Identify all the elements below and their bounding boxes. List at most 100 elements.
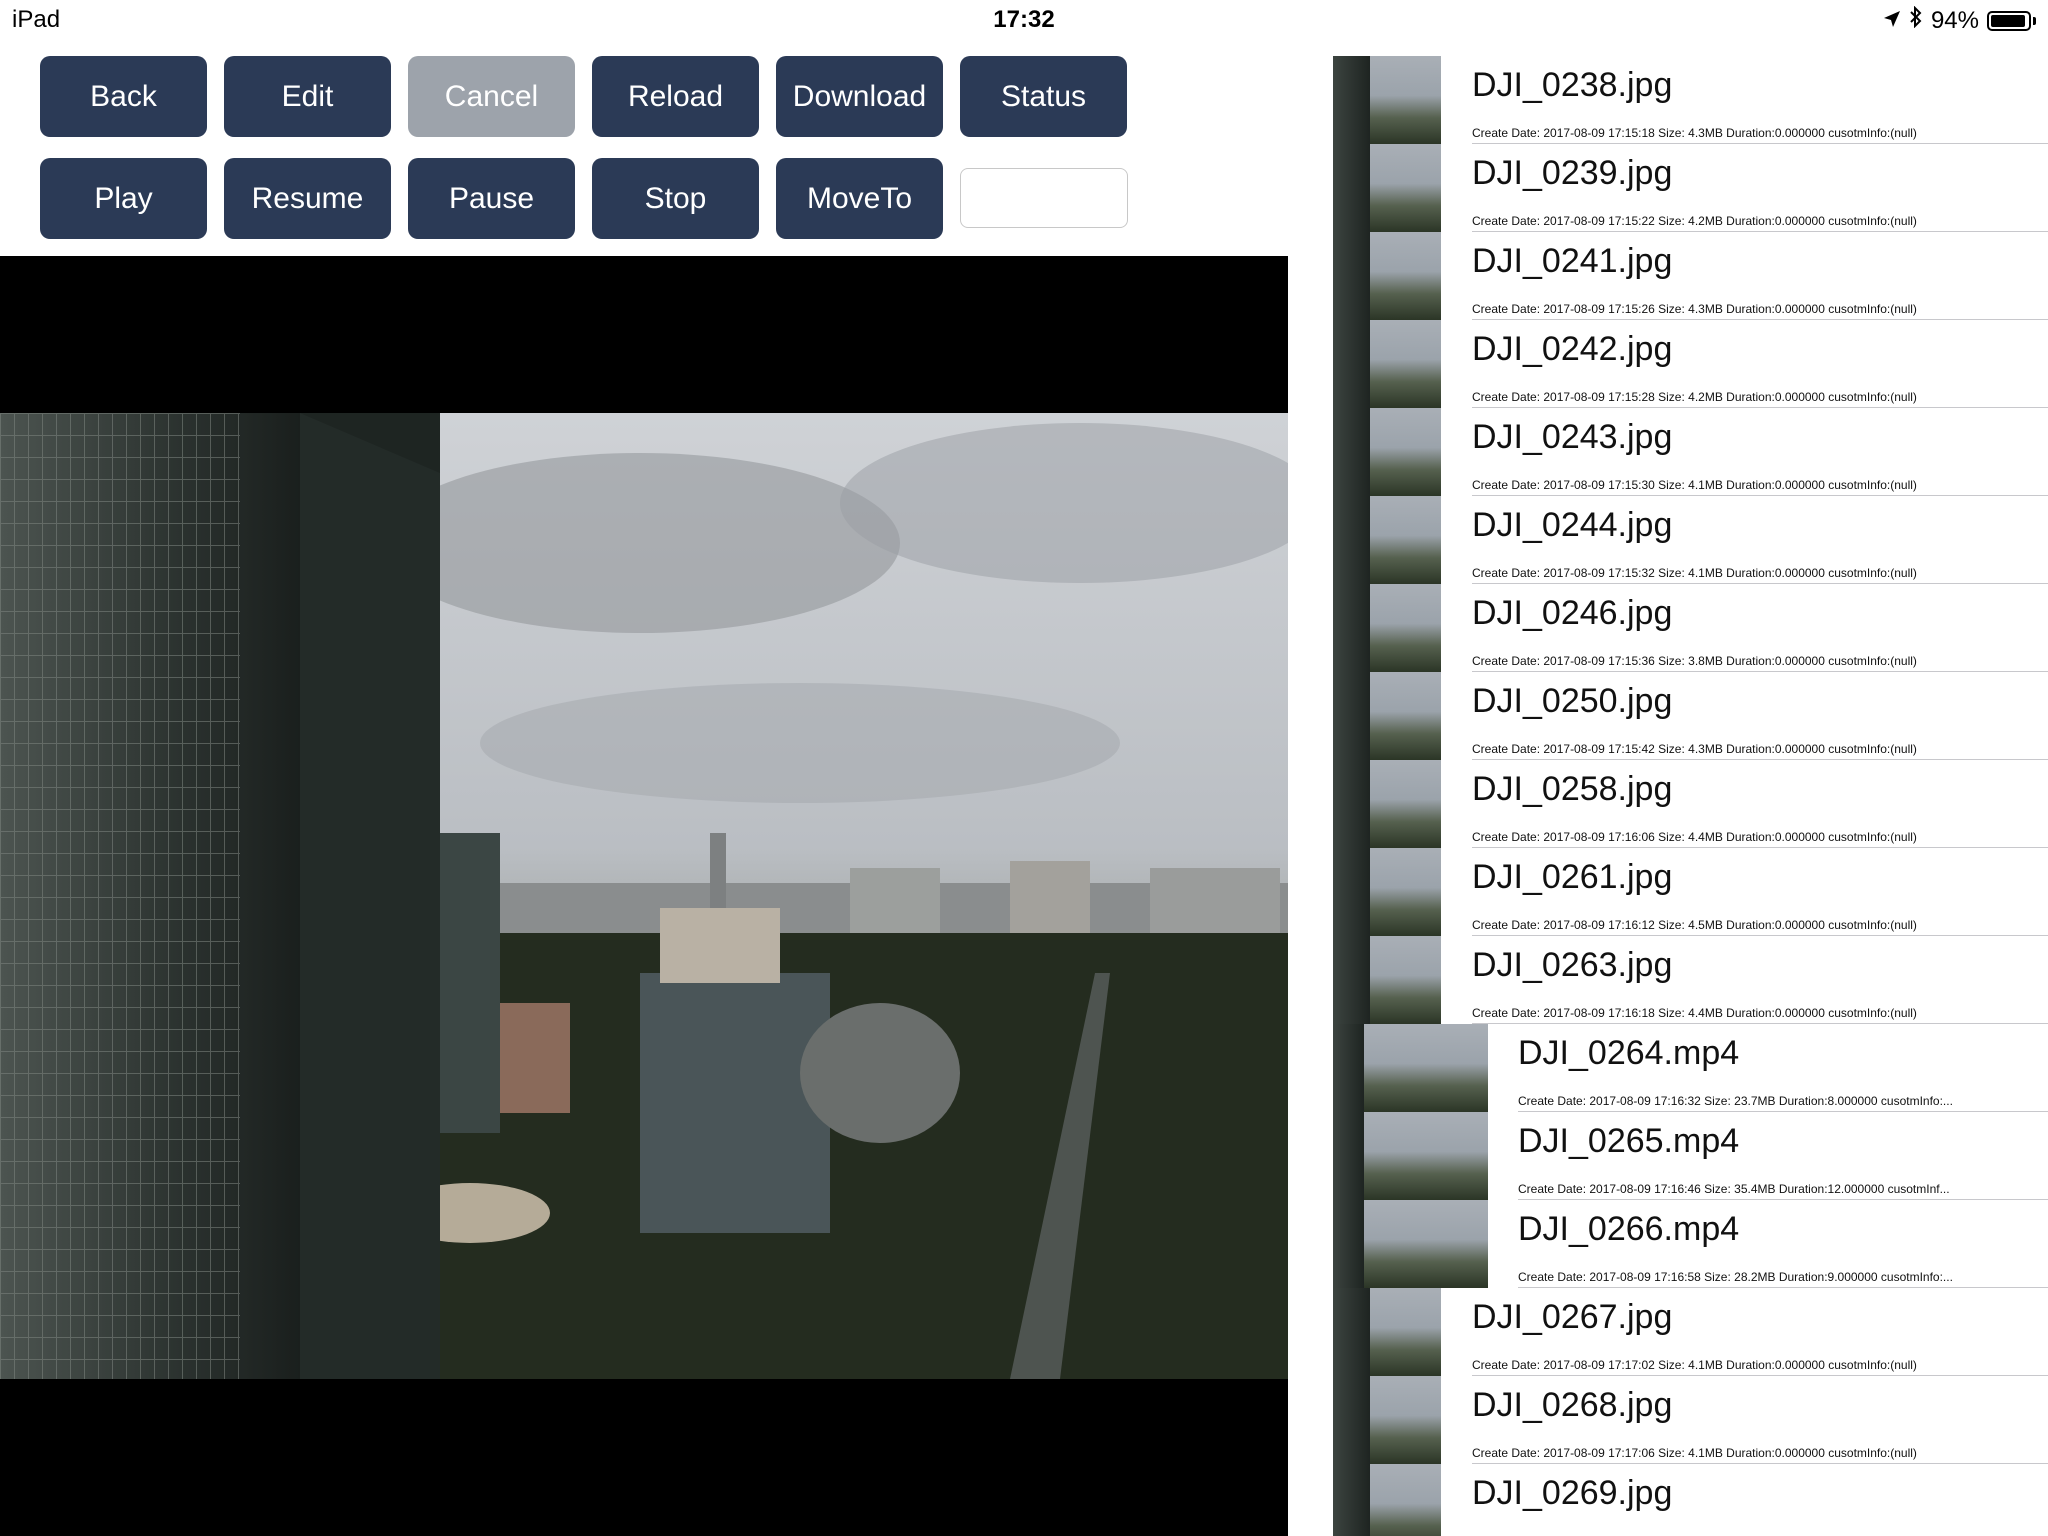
file-name: DJI_0250.jpg [1472,682,1673,720]
file-name: DJI_0267.jpg [1472,1298,1673,1336]
file-thumbnail [1333,56,1441,144]
file-list[interactable]: DJI_0238.jpg Create Date: 2017-08-09 17:1… [1333,56,2048,1536]
file-name: DJI_0268.jpg [1472,1386,1673,1424]
file-name: DJI_0266.mp4 [1518,1210,1740,1248]
list-item[interactable]: DJI_0239.jpg Create Date: 2017-08-09 17:1… [1333,144,2048,232]
thumbnail-building [1333,1112,1364,1200]
list-item[interactable]: DJI_0261.jpg Create Date: 2017-08-09 17:1… [1333,848,2048,936]
battery-level [1991,14,2025,27]
resume-button[interactable]: Resume [224,158,391,239]
clock: 17:32 [993,6,1055,33]
file-name: DJI_0243.jpg [1472,418,1673,456]
file-metadata: Create Date: 2017-08-09 17:16:06 Size: 4… [1472,830,1917,844]
list-item[interactable]: DJI_0238.jpg Create Date: 2017-08-09 17:1… [1333,56,2048,144]
list-item[interactable]: DJI_0269.jpgCreate Date: 2017-08-09 17:1… [1333,1464,2048,1536]
list-item[interactable]: DJI_0246.jpg Create Date: 2017-08-09 17:1… [1333,584,2048,672]
move-to-input[interactable] [960,168,1128,228]
battery-percent: 94% [1930,6,1979,34]
file-thumbnail [1333,1200,1488,1288]
list-item[interactable]: DJI_0242.jpg Create Date: 2017-08-09 17:1… [1333,320,2048,408]
list-item[interactable]: DJI_0241.jpg Create Date: 2017-08-09 17:1… [1333,232,2048,320]
list-item[interactable]: DJI_0244.jpg Create Date: 2017-08-09 17:1… [1333,496,2048,584]
file-metadata: Create Date: 2017-08-09 17:16:58 Size: 2… [1518,1270,1953,1284]
list-item[interactable]: DJI_0266.mp4 Create Date: 2017-08-09 17:1… [1333,1200,2048,1288]
file-thumbnail [1333,496,1441,584]
file-thumbnail [1333,760,1441,848]
file-thumbnail [1333,1024,1488,1112]
file-name: DJI_0241.jpg [1472,242,1673,280]
list-item[interactable]: DJI_0258.jpg Create Date: 2017-08-09 17:1… [1333,760,2048,848]
file-metadata: Create Date: 2017-08-09 17:15:30 Size: 4… [1472,478,1917,492]
file-thumbnail [1333,144,1441,232]
file-thumbnail [1333,672,1441,760]
file-metadata: Create Date: 2017-08-09 17:16:32 Size: 2… [1518,1094,1953,1108]
play-button[interactable]: Play [40,158,207,239]
file-metadata: Create Date: 2017-08-09 17:15:42 Size: 4… [1472,742,1917,756]
location-arrow-icon [1883,7,1901,35]
file-thumbnail [1333,1112,1488,1200]
file-metadata: Create Date: 2017-08-09 17:15:18 Size: 4… [1472,126,1917,140]
stop-button[interactable]: Stop [592,158,759,239]
back-button[interactable]: Back [40,56,207,137]
cancel-button[interactable]: Cancel [408,56,575,137]
file-name: DJI_0238.jpg [1472,66,1673,104]
file-name: DJI_0239.jpg [1472,154,1673,192]
list-item[interactable]: DJI_0263.jpg Create Date: 2017-08-09 17:1… [1333,936,2048,1024]
media-preview [0,256,1288,1536]
list-item[interactable]: DJI_0268.jpg Create Date: 2017-08-09 17:1… [1333,1376,2048,1464]
file-thumbnail [1333,584,1441,672]
file-metadata: Create Date: 2017-08-09 17:17:06 Size: 4… [1472,1446,1917,1460]
list-item[interactable]: DJI_0267.jpg Create Date: 2017-08-09 17:1… [1333,1288,2048,1376]
file-metadata: Create Date: 2017-08-09 17:16:46 Size: 3… [1518,1182,1950,1196]
moveto-button[interactable]: MoveTo [776,158,943,239]
status-bar: iPad 17:32 94% [0,0,2048,40]
file-metadata: Create Date: 2017-08-09 17:15:26 Size: 4… [1472,302,1917,316]
thumbnail-building [1333,496,1370,584]
list-item[interactable]: DJI_0243.jpg Create Date: 2017-08-09 17:1… [1333,408,2048,496]
file-name: DJI_0265.mp4 [1518,1122,1740,1160]
reload-button[interactable]: Reload [592,56,759,137]
file-name: DJI_0246.jpg [1472,594,1673,632]
thumbnail-building [1333,760,1370,848]
thumbnail-building [1333,848,1370,936]
thumbnail-building [1333,936,1370,1024]
status-indicators: 94% [1883,5,2036,35]
file-thumbnail [1333,232,1441,320]
file-metadata: Create Date: 2017-08-09 17:15:28 Size: 4… [1472,390,1917,404]
file-metadata: Create Date: 2017-08-09 17:15:36 Size: 3… [1472,654,1917,668]
file-thumbnail [1333,1376,1441,1464]
file-thumbnail [1333,408,1441,496]
file-metadata: Create Date: 2017-08-09 17:15:32 Size: 4… [1472,566,1917,580]
file-metadata: Create Date: 2017-08-09 17:16:12 Size: 4… [1472,918,1917,932]
thumbnail-building [1333,1288,1370,1376]
file-name: DJI_0261.jpg [1472,858,1673,896]
thumbnail-building [1333,408,1370,496]
list-item[interactable]: DJI_0265.mp4 Create Date: 2017-08-09 17:1… [1333,1112,2048,1200]
edit-button[interactable]: Edit [224,56,391,137]
battery-icon [1987,10,2031,31]
list-item[interactable]: DJI_0264.mp4 Create Date: 2017-08-09 17:1… [1333,1024,2048,1112]
thumbnail-building [1333,232,1370,320]
pause-button[interactable]: Pause [408,158,575,239]
file-thumbnail [1333,936,1441,1024]
file-name: DJI_0258.jpg [1472,770,1673,808]
bluetooth-icon [1909,5,1923,35]
thumbnail-building [1333,144,1370,232]
thumbnail-building [1333,672,1370,760]
thumbnail-building [1333,320,1370,408]
file-metadata: Create Date: 2017-08-09 17:15:22 Size: 4… [1472,214,1917,228]
thumbnail-building [1333,1200,1364,1288]
preview-image [0,413,1288,1379]
thumbnail-building [1333,1376,1370,1464]
download-button[interactable]: Download [776,56,943,137]
file-name: DJI_0269.jpg [1472,1474,1673,1512]
file-thumbnail [1333,320,1441,408]
file-thumbnail [1333,1288,1441,1376]
list-item[interactable]: DJI_0250.jpg Create Date: 2017-08-09 17:1… [1333,672,2048,760]
thumbnail-building [1333,1024,1364,1112]
thumbnail-building [1333,584,1370,672]
file-name: DJI_0263.jpg [1472,946,1673,984]
file-metadata: Create Date: 2017-08-09 17:17:02 Size: 4… [1472,1358,1917,1372]
status-button[interactable]: Status [960,56,1127,137]
thumbnail-building [1333,1464,1370,1536]
